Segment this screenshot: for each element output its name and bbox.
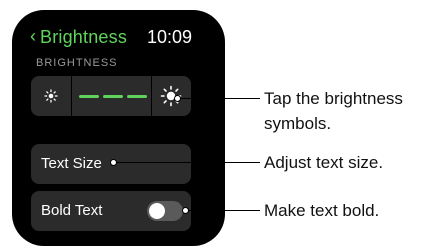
callout-brightness-line2: symbols.	[264, 114, 332, 133]
bold-text-row: Bold Text	[31, 191, 191, 231]
sun-small-icon	[44, 89, 58, 103]
callout-text-size: Adjust text size.	[264, 153, 384, 172]
section-label: BRIGHTNESS	[36, 57, 118, 69]
text-size-label: Text Size	[41, 155, 102, 172]
callout-leader-brightness	[178, 98, 260, 99]
brightness-decrease-button[interactable]	[31, 76, 71, 116]
bold-text-label: Bold Text	[41, 202, 103, 219]
brightness-control	[31, 76, 191, 116]
brightness-segment	[127, 95, 147, 98]
callout-leader-text-size	[114, 162, 260, 163]
callout-brightness-line1: Tap the brightness	[264, 89, 403, 108]
divider-left	[71, 76, 72, 116]
toggle-knob	[149, 203, 165, 219]
callout-bold-text: Make text bold.	[264, 201, 380, 220]
callout-leader-bold-text	[186, 210, 260, 211]
screen-title[interactable]: Brightness	[40, 27, 127, 47]
back-chevron-icon[interactable]: ‹	[30, 26, 36, 46]
brightness-segment	[79, 95, 99, 98]
callout-dot-bold-text	[182, 207, 189, 214]
callout-dot-text-size	[110, 159, 117, 166]
brightness-segment	[103, 95, 123, 98]
bold-text-toggle[interactable]	[147, 201, 183, 221]
status-time: 10:09	[147, 27, 193, 47]
callout-dot-brightness	[174, 95, 181, 102]
brightness-level-bar	[79, 95, 151, 98]
brightness-increase-button[interactable]	[151, 76, 191, 116]
